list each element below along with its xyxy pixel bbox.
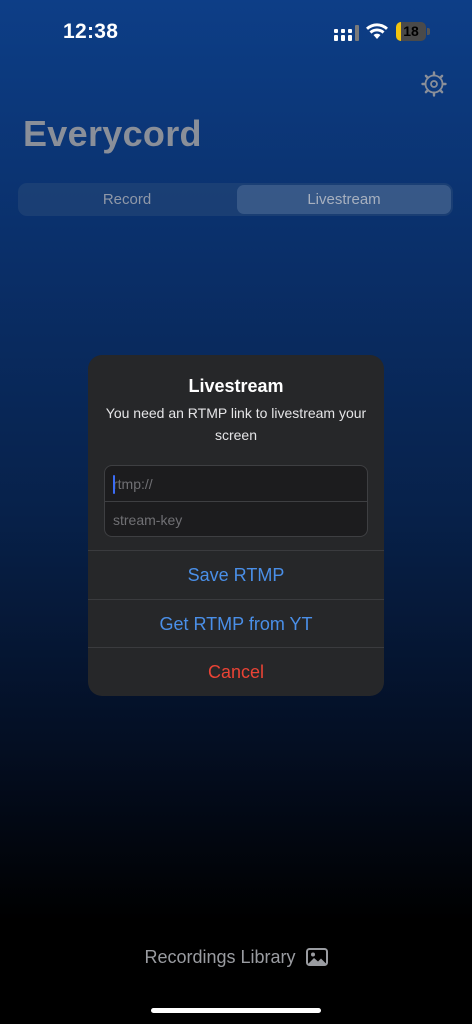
rtmp-url-input[interactable] [105, 466, 367, 501]
cellular-signal-icon [334, 25, 359, 41]
segment-record[interactable]: Record [20, 185, 234, 214]
gear-icon [421, 71, 447, 97]
settings-button[interactable] [420, 70, 448, 98]
alert-message: You need an RTMP link to livestream your… [105, 405, 367, 443]
recordings-library-label: Recordings Library [144, 946, 296, 967]
recordings-library-button[interactable]: Recordings Library [0, 944, 472, 970]
battery-level: 18 [403, 23, 419, 39]
status-time: 12:38 [63, 20, 119, 43]
app-title: Everycord [23, 113, 202, 154]
mode-segmented-control: Record Livestream [18, 183, 453, 216]
alert-title: Livestream [188, 376, 284, 396]
wifi-icon [366, 23, 388, 39]
status-bar: 12:38 18 [0, 0, 472, 64]
battery-icon: 18 [396, 22, 430, 41]
home-indicator[interactable] [151, 1008, 321, 1013]
alert-fields [104, 465, 368, 537]
photo-icon [305, 948, 328, 966]
stream-key-input[interactable] [105, 502, 367, 536]
livestream-alert: Livestream You need an RTMP link to live… [88, 355, 384, 696]
segment-livestream[interactable]: Livestream [237, 185, 451, 214]
battery-body: 18 [396, 22, 426, 41]
get-rtmp-from-yt-button[interactable]: Get RTMP from YT [88, 599, 384, 647]
cancel-button[interactable]: Cancel [88, 647, 384, 695]
battery-cap [427, 28, 430, 35]
text-caret [113, 475, 115, 494]
save-rtmp-button[interactable]: Save RTMP [88, 550, 384, 598]
